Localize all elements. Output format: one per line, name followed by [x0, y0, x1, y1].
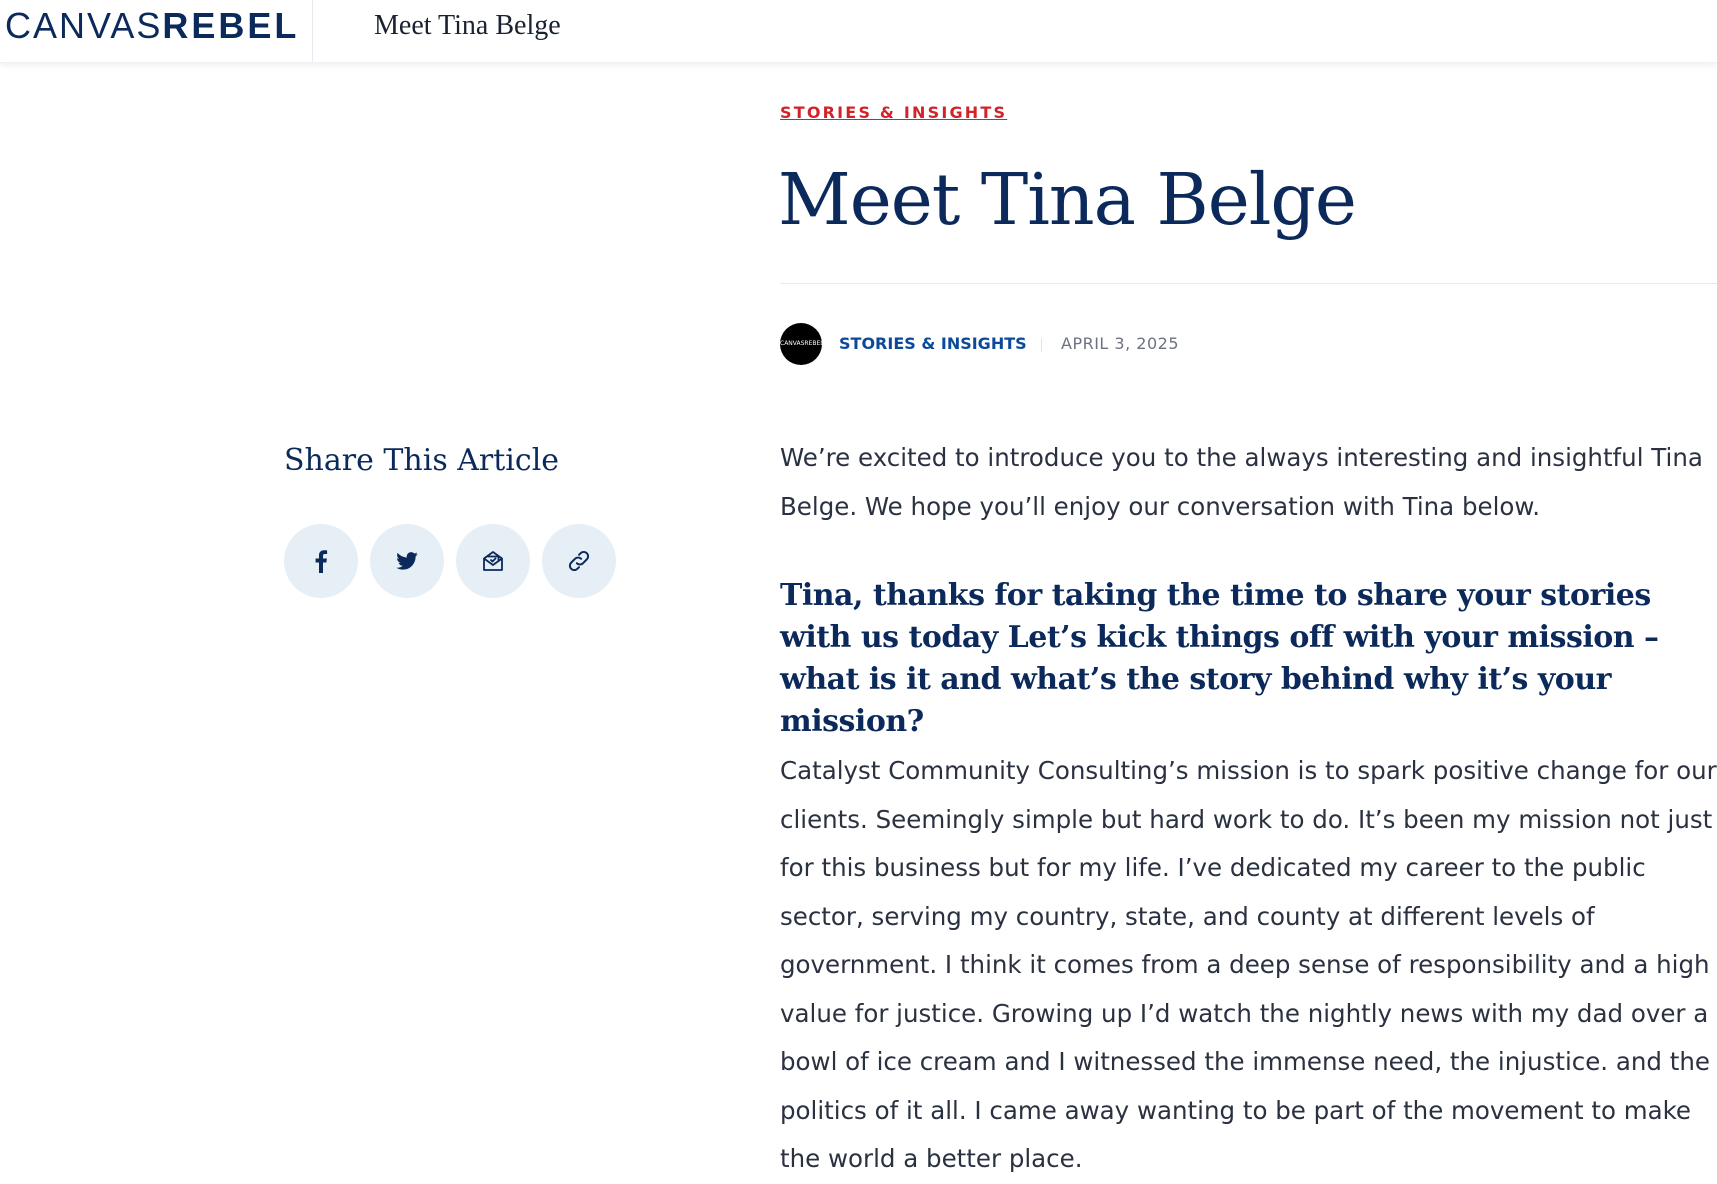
byline-category-link[interactable]: STORIES & INSIGHTS: [839, 334, 1027, 353]
header-divider: [312, 0, 313, 62]
share-email-button[interactable]: [456, 524, 530, 598]
site-header: CANVASREBEL Meet Tina Belge: [0, 0, 1717, 63]
logo-thin-text: CANVAS: [5, 5, 163, 46]
share-facebook-button[interactable]: [284, 524, 358, 598]
byline-separator: [1041, 338, 1042, 352]
publish-date: APRIL 3, 2025: [1061, 334, 1179, 353]
interview-question: Tina, thanks for taking the time to shar…: [780, 578, 1659, 739]
author-avatar[interactable]: CANVASREBEL: [780, 323, 822, 365]
article-body: We’re excited to introduce you to the al…: [780, 434, 1717, 1184]
facebook-icon: [315, 550, 328, 573]
title-divider: [780, 283, 1717, 284]
article-title: Meet Tina Belge: [778, 158, 1357, 241]
share-twitter-button[interactable]: [370, 524, 444, 598]
share-title: Share This Article: [284, 443, 560, 478]
share-copy-link-button[interactable]: [542, 524, 616, 598]
category-link[interactable]: STORIES & INSIGHTS: [780, 103, 1007, 122]
intro-paragraph: We’re excited to introduce you to the al…: [780, 443, 1703, 521]
site-logo[interactable]: CANVASREBEL: [5, 6, 299, 46]
twitter-icon: [396, 552, 418, 570]
header-page-title: Meet Tina Belge: [374, 10, 561, 41]
interview-answer: Catalyst Community Consulting’s mission …: [780, 756, 1717, 1173]
email-icon: [483, 551, 503, 571]
share-buttons: [284, 524, 616, 598]
link-icon: [568, 550, 590, 572]
logo-bold-text: REBEL: [162, 5, 300, 46]
